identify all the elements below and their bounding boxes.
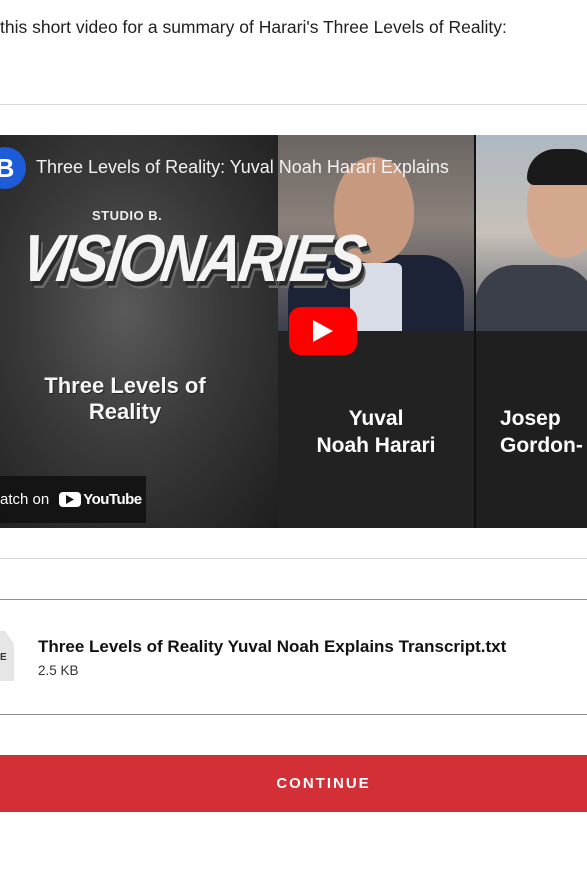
youtube-video-embed[interactable]: B Three Levels of Reality: Yuval Noah Ha… <box>0 135 587 528</box>
watch-on-youtube-button[interactable]: atch on YouTube <box>0 476 146 523</box>
file-icon-label: E <box>0 652 7 663</box>
attachment-bottom-border <box>0 714 587 715</box>
speaker2-name-line1: Josep <box>500 407 561 430</box>
youtube-wordmark: YouTube <box>83 491 142 508</box>
divider-top <box>0 104 587 105</box>
video-title[interactable]: Three Levels of Reality: Yuval Noah Hara… <box>36 157 449 178</box>
speaker1-name-line1: Yuval <box>348 407 404 430</box>
speaker1-name: Yuval Noah Harari <box>278 405 474 459</box>
watch-on-label: atch on <box>0 491 50 508</box>
panel-divider <box>474 135 476 528</box>
play-button[interactable] <box>289 307 357 355</box>
continue-button[interactable]: CONTINUE <box>0 755 587 812</box>
speaker2-photo <box>475 135 587 335</box>
youtube-logo: YouTube <box>59 491 142 508</box>
attachment-top-border <box>0 599 587 600</box>
speaker1-name-line2: Noah Harari <box>316 434 436 457</box>
youtube-icon <box>59 492 82 507</box>
intro-text: this short video for a summary of Harari… <box>0 17 507 37</box>
speaker2-name-line2: Gordon- <box>500 434 583 457</box>
series-logo: VISIONARIES <box>16 221 369 296</box>
attachment-file-size: 2.5 KB <box>38 663 79 678</box>
panel-title-line2: Reality <box>88 399 162 424</box>
panel-title-line1: Three Levels of <box>44 373 206 398</box>
video-panel-title: Three Levels of Reality <box>30 373 220 425</box>
speaker2-name: Josep Gordon- <box>500 405 583 459</box>
play-icon <box>313 320 333 342</box>
attachment-file-name[interactable]: Three Levels of Reality Yuval Noah Expla… <box>38 637 506 657</box>
video-panel-branding <box>0 135 278 528</box>
divider-after-video <box>0 558 587 559</box>
